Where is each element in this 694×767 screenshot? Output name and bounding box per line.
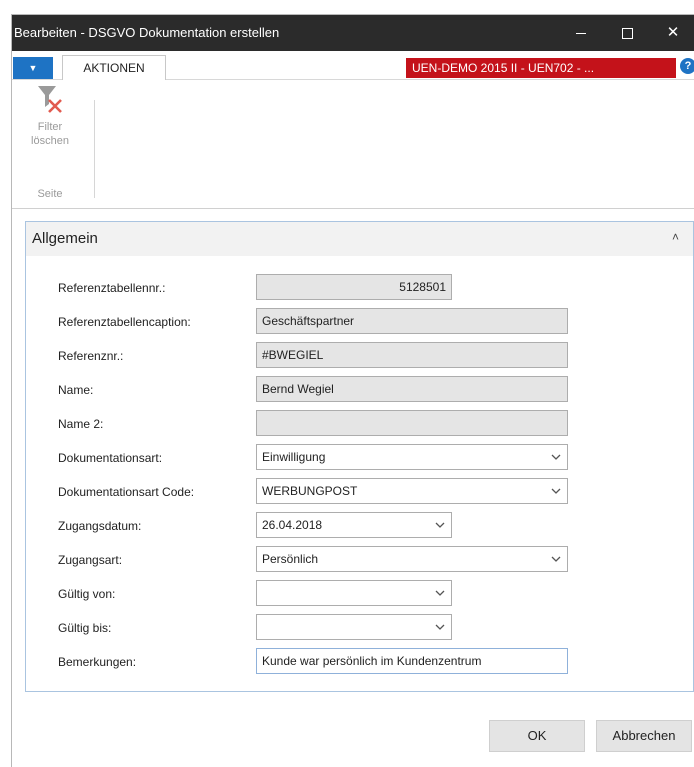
valid-from-picker[interactable]: [256, 580, 452, 606]
remarks-input[interactable]: Kunde war persönlich im Kundenzentrum: [256, 648, 568, 674]
field-label: Zugangsart:: [58, 553, 123, 567]
reference-table-no-field[interactable]: 5128501: [256, 274, 452, 300]
cancel-button[interactable]: Abbrechen: [596, 720, 692, 752]
fasttab-header[interactable]: Allgemein ˄: [26, 222, 693, 256]
minimize-icon: [576, 32, 586, 34]
close-icon: ✕: [666, 24, 680, 41]
field-label: Dokumentationsart:: [58, 451, 163, 465]
ok-button[interactable]: OK: [489, 720, 585, 752]
chevron-down-icon[interactable]: [435, 581, 445, 596]
company-badge: UEN-DEMO 2015 II - UEN702 - ...: [406, 58, 676, 78]
chevron-down-icon[interactable]: [435, 615, 445, 630]
field-label: Name 2:: [58, 417, 104, 431]
field-value: Geschäftspartner: [262, 314, 355, 328]
documentation-type-select[interactable]: Einwilligung: [256, 444, 568, 470]
field-value: Bernd Wegiel: [262, 382, 334, 396]
access-type-select[interactable]: Persönlich: [256, 546, 568, 572]
chevron-down-icon[interactable]: [551, 479, 561, 494]
ribbon-panel: Filter löschen Seite: [12, 80, 694, 209]
clear-filter-icon: [38, 86, 62, 113]
name-field[interactable]: Bernd Wegiel: [256, 376, 568, 402]
ribbon-tab-bar: ▼ AKTIONEN UEN-DEMO 2015 II - UEN702 - .…: [12, 51, 694, 81]
clear-filter-button[interactable]: Filter löschen: [18, 84, 82, 172]
reference-no-field[interactable]: #BWEGIEL: [256, 342, 568, 368]
maximize-icon: [621, 27, 633, 39]
field-value: 26.04.2018: [262, 518, 323, 532]
access-date-picker[interactable]: 26.04.2018: [256, 512, 452, 538]
chevron-down-icon[interactable]: [435, 513, 445, 528]
close-button[interactable]: ✕: [650, 15, 694, 51]
minimize-button[interactable]: [558, 15, 604, 51]
field-value: 5128501: [399, 280, 446, 294]
field-label: Zugangsdatum:: [58, 519, 142, 533]
chevron-down-icon[interactable]: [551, 547, 561, 562]
maximize-button[interactable]: [604, 15, 650, 51]
field-value: Kunde war persönlich im Kundenzentrum: [262, 654, 482, 668]
help-icon[interactable]: ?: [680, 58, 694, 74]
application-menu-button[interactable]: ▼: [13, 57, 53, 79]
dialog-window: Bearbeiten - DSGVO Dokumentation erstell…: [12, 15, 694, 767]
name-2-field[interactable]: [256, 410, 568, 436]
field-label: Name:: [58, 383, 94, 397]
chevron-down-icon[interactable]: [551, 445, 561, 460]
field-value: WERBUNGPOST: [262, 484, 358, 498]
window-title: Bearbeiten - DSGVO Dokumentation erstell…: [14, 25, 280, 40]
reference-table-caption-field[interactable]: Geschäftspartner: [256, 308, 568, 334]
clear-filter-label-line1: Filter: [37, 121, 63, 133]
chevron-down-icon: ▼: [28, 63, 38, 73]
title-bar: Bearbeiten - DSGVO Dokumentation erstell…: [12, 15, 694, 51]
field-label: Referenztabellennr.:: [58, 281, 166, 295]
fasttab-title: Allgemein: [32, 230, 98, 247]
field-value: #BWEGIEL: [262, 348, 324, 362]
ribbon-group-label: Seite: [37, 188, 63, 200]
field-label: Referenztabellencaption:: [58, 315, 191, 329]
fasttab-allgemein: Allgemein ˄ Referenztabellennr.: 5128501…: [25, 221, 694, 692]
field-label: Gültig bis:: [58, 621, 112, 635]
field-label: Gültig von:: [58, 587, 116, 601]
field-value: Persönlich: [262, 552, 319, 566]
field-label: Referenznr.:: [58, 349, 124, 363]
tab-aktionen[interactable]: AKTIONEN: [62, 55, 166, 81]
field-label: Dokumentationsart Code:: [58, 485, 195, 499]
valid-to-picker[interactable]: [256, 614, 452, 640]
chevron-up-icon[interactable]: ˄: [672, 230, 679, 244]
documentation-type-code-select[interactable]: WERBUNGPOST: [256, 478, 568, 504]
field-value: Einwilligung: [262, 450, 326, 464]
field-label: Bemerkungen:: [58, 655, 137, 669]
clear-filter-label-line2: löschen: [31, 135, 69, 147]
ribbon-group-divider: [94, 100, 95, 198]
